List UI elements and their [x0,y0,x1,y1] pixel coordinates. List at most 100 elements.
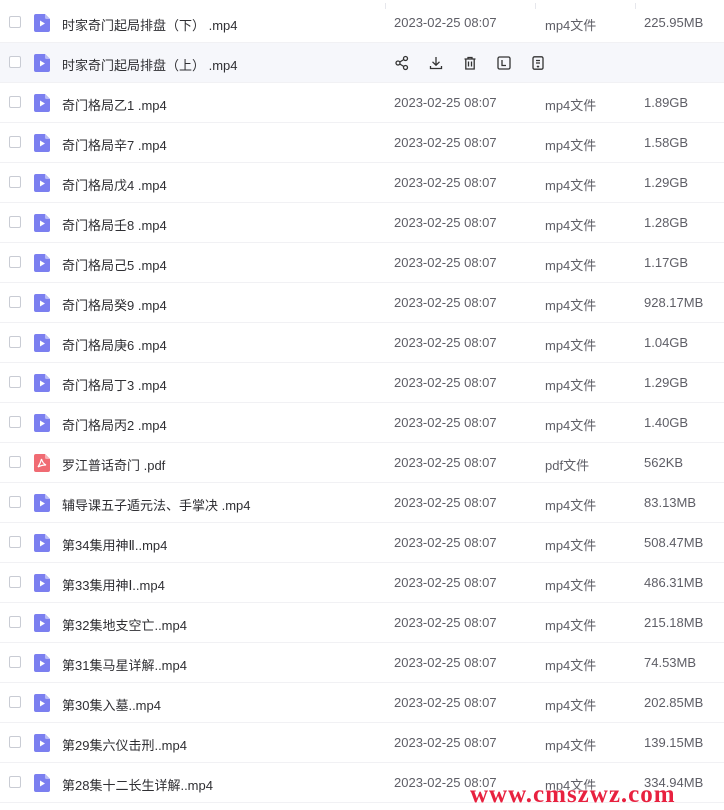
file-row[interactable]: 时家奇门起局排盘（上） .mp4 [0,43,724,83]
row-checkbox[interactable] [9,56,21,68]
file-name[interactable]: 第30集入墓..mp4 [62,695,161,714]
file-name[interactable]: 奇门格局丙2 .mp4 [62,415,167,434]
row-checkbox[interactable] [9,496,21,508]
row-checkbox[interactable] [9,736,21,748]
file-type: mp4文件 [545,338,597,353]
file-name[interactable]: 奇门格局庚6 .mp4 [62,335,167,354]
row-checkbox[interactable] [9,96,21,108]
file-date: 2023-02-25 08:07 [394,655,497,670]
row-checkbox[interactable] [9,336,21,348]
file-name[interactable]: 奇门格局乙1 .mp4 [62,95,167,114]
row-checkbox[interactable] [9,256,21,268]
file-row[interactable]: 奇门格局壬8 .mp4 2023-02-25 08:07 mp4文件 1.28GB [0,203,724,243]
file-size: 1.29GB [644,175,689,190]
file-row[interactable]: 第33集用神Ⅰ..mp4 2023-02-25 08:07 mp4文件 486.31M… [0,563,724,603]
video-file-icon [34,614,50,632]
file-type: mp4文件 [545,418,597,433]
file-type: mp4文件 [545,98,597,113]
video-file-icon [34,54,50,72]
file-size: 562KB [644,455,684,470]
file-name[interactable]: 辅导课五子遁元法、手掌决 .mp4 [62,495,251,514]
file-row[interactable]: 奇门格局丙2 .mp4 2023-02-25 08:07 mp4文件 1.40GB [0,403,724,443]
row-checkbox[interactable] [9,16,21,28]
file-name[interactable]: 时家奇门起局排盘（上） .mp4 [62,55,238,74]
row-checkbox[interactable] [9,456,21,468]
delete-icon[interactable] [460,53,480,73]
file-name[interactable]: 奇门格局壬8 .mp4 [62,215,167,234]
file-name[interactable]: 奇门格局癸9 .mp4 [62,295,167,314]
file-date: 2023-02-25 08:07 [394,135,497,150]
row-checkbox[interactable] [9,216,21,228]
file-date: 2023-02-25 08:07 [394,95,497,110]
file-row[interactable]: 奇门格局己5 .mp4 2023-02-25 08:07 mp4文件 1.17GB [0,243,724,283]
file-row[interactable]: 奇门格局癸9 .mp4 2023-02-25 08:07 mp4文件 928.17MB [0,283,724,323]
file-row[interactable]: 奇门格局乙1 .mp4 2023-02-25 08:07 mp4文件 1.89GB [0,83,724,123]
watermark-text: www.cmszwz.com [470,781,676,808]
file-size: 1.58GB [644,135,689,150]
row-checkbox[interactable] [9,416,21,428]
file-type: mp4文件 [545,658,597,673]
file-name[interactable]: 第33集用神Ⅰ..mp4 [62,575,165,594]
file-type: mp4文件 [545,18,597,33]
row-checkbox[interactable] [9,536,21,548]
file-name[interactable]: 罗江普话奇门 .pdf [62,455,165,474]
row-checkbox[interactable] [9,296,21,308]
file-name[interactable]: 第34集用神Ⅱ..mp4 [62,535,167,554]
file-name[interactable]: 奇门格局丁3 .mp4 [62,375,167,394]
file-size: 202.85MB [644,695,704,710]
file-size: 928.17MB [644,295,704,310]
pdf-file-icon [34,454,50,472]
file-row[interactable]: 奇门格局戊4 .mp4 2023-02-25 08:07 mp4文件 1.29GB [0,163,724,203]
row-checkbox[interactable] [9,376,21,388]
video-file-icon [34,94,50,112]
file-name[interactable]: 时家奇门起局排盘（下） .mp4 [62,15,238,34]
file-name[interactable]: 奇门格局戊4 .mp4 [62,175,167,194]
video-file-icon [34,134,50,152]
download-icon[interactable] [426,53,446,73]
file-row[interactable]: 第31集马星详解..mp4 2023-02-25 08:07 mp4文件 74.53M… [0,643,724,683]
share-icon[interactable] [392,53,412,73]
file-row[interactable]: 奇门格局辛7 .mp4 2023-02-25 08:07 mp4文件 1.58GB [0,123,724,163]
file-row[interactable]: 奇门格局庚6 .mp4 2023-02-25 08:07 mp4文件 1.04GB [0,323,724,363]
file-name[interactable]: 第29集六仪击刑..mp4 [62,735,187,754]
file-type: mp4文件 [545,258,597,273]
file-size: 1.89GB [644,95,689,110]
file-row[interactable]: 奇门格局丁3 .mp4 2023-02-25 08:07 mp4文件 1.29GB [0,363,724,403]
file-type: mp4文件 [545,138,597,153]
row-checkbox[interactable] [9,776,21,788]
file-type: mp4文件 [545,218,597,233]
video-file-icon [34,694,50,712]
file-name[interactable]: 奇门格局辛7 .mp4 [62,135,167,154]
file-size: 508.47MB [644,535,704,550]
file-name[interactable]: 奇门格局己5 .mp4 [62,255,167,274]
file-date: 2023-02-25 08:07 [394,415,497,430]
file-type: mp4文件 [545,538,597,553]
row-checkbox[interactable] [9,136,21,148]
file-row[interactable]: 第34集用神Ⅱ..mp4 2023-02-25 08:07 mp4文件 508.47M… [0,523,724,563]
file-name[interactable]: 第31集马星详解..mp4 [62,655,187,674]
video-file-icon [34,14,50,32]
row-checkbox[interactable] [9,576,21,588]
more-icon[interactable] [528,53,548,73]
row-checkbox[interactable] [9,696,21,708]
row-checkbox[interactable] [9,656,21,668]
file-date: 2023-02-25 08:07 [394,615,497,630]
file-row[interactable]: 第29集六仪击刑..mp4 2023-02-25 08:07 mp4文件 139.15… [0,723,724,763]
video-file-icon [34,734,50,752]
file-row[interactable]: 罗江普话奇门 .pdf 2023-02-25 08:07 pdf文件 562KB [0,443,724,483]
file-date: 2023-02-25 08:07 [394,375,497,390]
file-row[interactable]: 第30集入墓..mp4 2023-02-25 08:07 mp4文件 202.85MB [0,683,724,723]
file-date: 2023-02-25 08:07 [394,175,497,190]
video-file-icon [34,494,50,512]
file-size: 1.40GB [644,415,689,430]
file-name[interactable]: 第28集十二长生详解..mp4 [62,775,213,794]
file-row[interactable]: 时家奇门起局排盘（下） .mp4 2023-02-25 08:07 mp4文件 225… [0,3,724,43]
file-row[interactable]: 第32集地支空亡..mp4 2023-02-25 08:07 mp4文件 215.18… [0,603,724,643]
row-checkbox[interactable] [9,176,21,188]
row-checkbox[interactable] [9,616,21,628]
file-date: 2023-02-25 08:07 [394,255,497,270]
file-type: pdf文件 [545,458,590,473]
rename-icon[interactable] [494,53,514,73]
file-row[interactable]: 辅导课五子遁元法、手掌决 .mp4 2023-02-25 08:07 mp4文件 83… [0,483,724,523]
file-name[interactable]: 第32集地支空亡..mp4 [62,615,187,634]
